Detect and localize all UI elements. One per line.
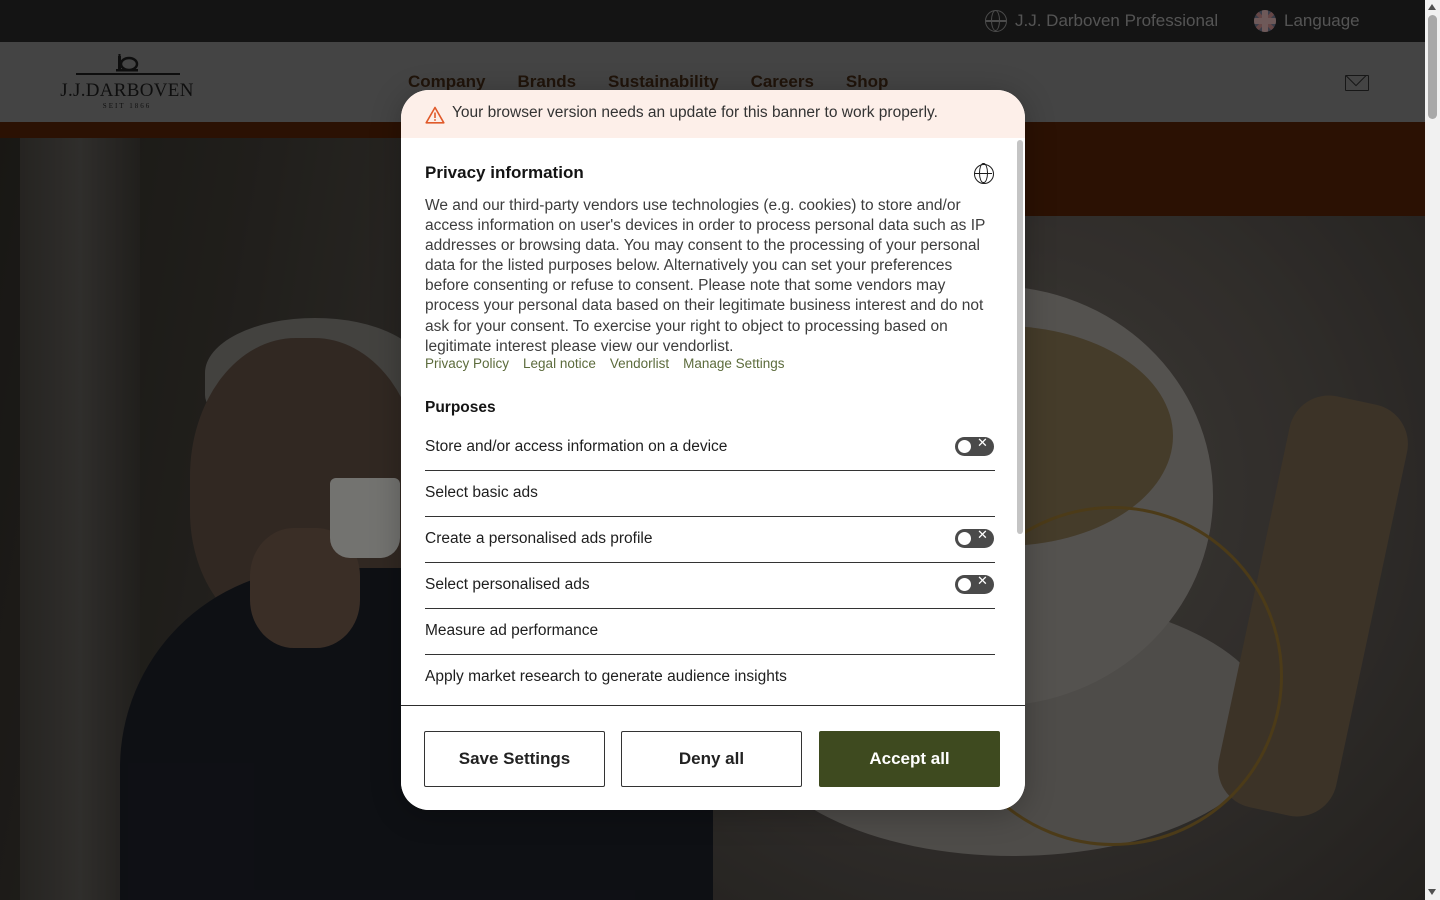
purpose-label: Select basic ads xyxy=(425,484,538,501)
purpose-toggle[interactable]: ✕ xyxy=(955,436,994,456)
scrollbar-thumb[interactable] xyxy=(1428,15,1437,119)
purposes-heading: Purposes xyxy=(425,399,496,416)
toggle-off-icon: ✕ xyxy=(977,528,988,543)
warning-icon xyxy=(425,106,445,124)
dialog-scrollbar-thumb[interactable] xyxy=(1017,140,1023,534)
browser-warning-text: Your browser version needs an update for… xyxy=(452,104,938,121)
purpose-row[interactable]: Measure ad performance xyxy=(425,609,995,655)
consent-dialog: Your browser version needs an update for… xyxy=(401,90,1025,810)
vendorlist-link[interactable]: Vendorlist xyxy=(610,356,669,371)
scroll-up-arrow-icon[interactable] xyxy=(1428,4,1436,10)
purpose-label: Measure ad performance xyxy=(425,622,599,639)
toggle-off-icon: ✕ xyxy=(977,436,988,451)
toggle-off-icon: ✕ xyxy=(977,574,988,589)
deny-all-button[interactable]: Deny all xyxy=(621,731,802,787)
consent-body: Privacy information We and our third-par… xyxy=(401,138,1025,705)
purpose-row[interactable]: Select personalised ads ✕ xyxy=(425,563,995,609)
purpose-label: Apply market research to generate audien… xyxy=(425,668,787,685)
page-scrollbar[interactable] xyxy=(1425,0,1440,900)
consent-footer: Save Settings Deny all Accept all xyxy=(401,705,1025,810)
toggle-knob xyxy=(957,531,972,546)
browser-warning-banner: Your browser version needs an update for… xyxy=(401,90,1025,138)
purpose-row[interactable]: Apply market research to generate audien… xyxy=(425,655,995,701)
consent-links: Privacy Policy Legal notice Vendorlist M… xyxy=(425,356,784,371)
manage-settings-link[interactable]: Manage Settings xyxy=(683,356,784,371)
purpose-row[interactable]: Create a personalised ads profile ✕ xyxy=(425,517,995,563)
toggle-knob xyxy=(957,439,972,454)
purposes-list: Store and/or access information on a dev… xyxy=(425,425,995,701)
accept-all-button[interactable]: Accept all xyxy=(819,731,1000,787)
purpose-label: Select personalised ads xyxy=(425,576,590,593)
language-globe-icon[interactable] xyxy=(974,163,994,184)
consent-description: We and our third-party vendors use techn… xyxy=(425,197,986,355)
purpose-label: Store and/or access information on a dev… xyxy=(425,438,728,455)
purpose-row[interactable]: Store and/or access information on a dev… xyxy=(425,425,995,471)
toggle-knob xyxy=(957,577,972,592)
legal-notice-link[interactable]: Legal notice xyxy=(523,356,596,371)
purpose-toggle[interactable]: ✕ xyxy=(955,574,994,594)
purpose-toggle[interactable]: ✕ xyxy=(955,528,994,548)
purpose-row[interactable]: Select basic ads xyxy=(425,471,995,517)
privacy-policy-link[interactable]: Privacy Policy xyxy=(425,356,509,371)
scroll-down-arrow-icon[interactable] xyxy=(1428,889,1436,895)
purpose-label: Create a personalised ads profile xyxy=(425,530,653,547)
save-settings-button[interactable]: Save Settings xyxy=(424,731,605,787)
consent-title: Privacy information xyxy=(425,163,584,182)
